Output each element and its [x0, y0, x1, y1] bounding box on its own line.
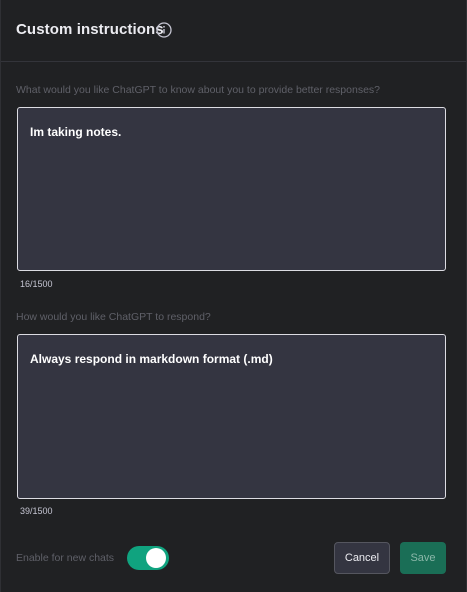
about-you-character-counter: 16/1500 [20, 279, 53, 289]
custom-instructions-dialog: Custom instructions What would you like … [0, 0, 467, 592]
dialog-title: Custom instructions [16, 21, 164, 38]
enable-new-chats-toggle[interactable] [127, 546, 169, 570]
toggle-knob [146, 548, 166, 568]
respond-character-counter: 39/1500 [20, 506, 53, 516]
info-icon[interactable] [156, 22, 172, 38]
about-you-question: What would you like ChatGPT to know abou… [16, 84, 381, 96]
respond-textarea[interactable]: Always respond in markdown format (.md) [17, 334, 446, 499]
about-you-textarea[interactable]: Im taking notes. [17, 107, 446, 271]
dialog-header: Custom instructions [1, 0, 466, 62]
respond-question: How would you like ChatGPT to respond? [16, 311, 211, 323]
save-button[interactable]: Save [400, 542, 446, 574]
cancel-button[interactable]: Cancel [334, 542, 390, 574]
enable-new-chats-label: Enable for new chats [16, 552, 115, 564]
